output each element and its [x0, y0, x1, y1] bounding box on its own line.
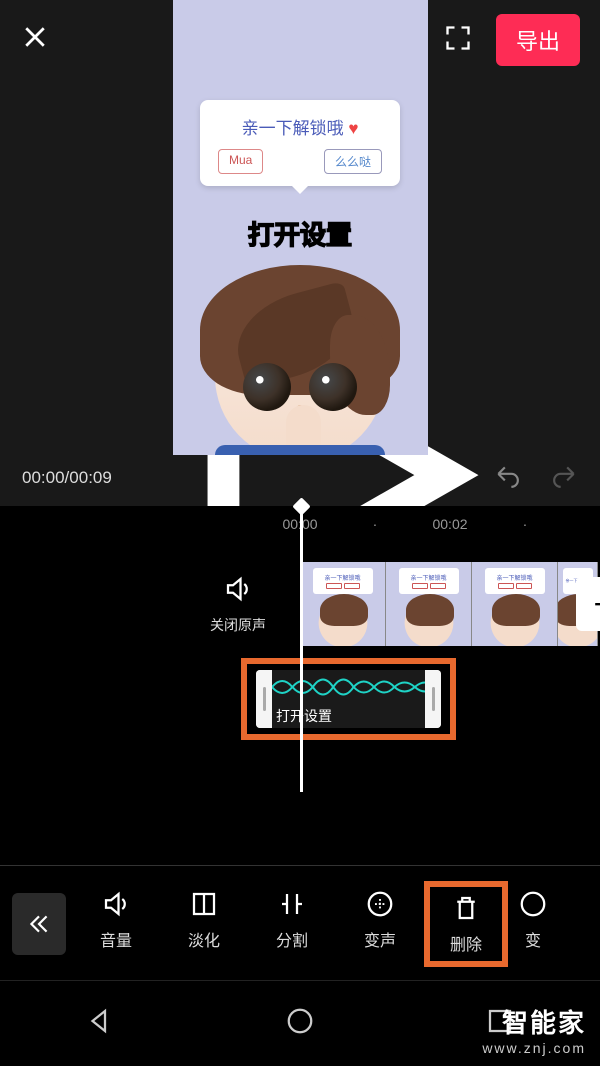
close-icon: [20, 22, 50, 52]
delete-icon: [451, 893, 481, 923]
audio-clip[interactable]: 打开设置: [256, 670, 441, 728]
pill-right: 么么哒: [324, 149, 382, 174]
preview-canvas[interactable]: 亲一下解锁哦 ♥ Mua 么么哒 打开设置: [173, 0, 428, 455]
watermark: 智能家 www.znj.com: [482, 1003, 586, 1056]
divider: [0, 865, 600, 866]
export-button[interactable]: 导出: [496, 14, 580, 66]
nav-back[interactable]: [85, 1006, 115, 1041]
toolbar-volume[interactable]: 音量: [72, 881, 160, 967]
video-track[interactable]: 亲一下解锁哦 亲一下解锁哦 亲一下解锁哦 亲一下解锁哦 +: [300, 562, 600, 646]
timecode: 00:00/00:09: [22, 468, 112, 488]
video-thumb[interactable]: 亲一下解锁哦: [386, 562, 472, 646]
waveform: [272, 670, 425, 704]
toolbar-speed[interactable]: 变: [508, 881, 558, 967]
speed-icon: [518, 889, 548, 919]
undo-icon: [494, 463, 520, 489]
playhead[interactable]: [300, 506, 303, 792]
toolbar-delete[interactable]: 删除: [424, 881, 508, 967]
toolbar-voice-change[interactable]: 变声: [336, 881, 424, 967]
toolbar-split[interactable]: 分割: [248, 881, 336, 967]
expand-icon: [444, 24, 472, 52]
toolbar-back-button[interactable]: [12, 893, 66, 955]
clip-handle-right[interactable]: [425, 670, 441, 728]
pill-left: Mua: [218, 149, 263, 174]
nav-home[interactable]: [285, 1006, 315, 1041]
undo-button[interactable]: [494, 463, 520, 494]
nav-home-icon: [285, 1006, 315, 1036]
clip-handle-left[interactable]: [256, 670, 272, 728]
audio-clip-label: 打开设置: [272, 704, 425, 728]
volume-icon: [101, 889, 131, 919]
voice-change-icon: [365, 889, 395, 919]
audio-toolbar: 音量 淡化 分割 变声 删除 变: [0, 868, 600, 980]
speech-title: 亲一下解锁哦 ♥: [218, 114, 382, 139]
chevron-left-double-icon: [26, 911, 52, 937]
cartoon-illustration: [185, 245, 415, 455]
split-icon: [277, 889, 307, 919]
redo-icon: [552, 463, 578, 489]
mute-original-audio[interactable]: 关闭原声: [210, 574, 266, 635]
nav-back-icon: [85, 1006, 115, 1036]
speaker-icon: [223, 574, 253, 604]
preview-area: 亲一下解锁哦 ♥ Mua 么么哒 打开设置: [0, 80, 600, 450]
timeline[interactable]: 00:00 · 00:02 · 关闭原声 亲一下解锁哦 亲一下解锁哦 亲一下解锁…: [0, 506, 600, 866]
close-button[interactable]: [20, 19, 50, 61]
fade-icon: [189, 889, 219, 919]
speech-bubble: 亲一下解锁哦 ♥ Mua 么么哒: [200, 100, 400, 186]
toolbar-fade[interactable]: 淡化: [160, 881, 248, 967]
video-thumb[interactable]: 亲一下解锁哦: [300, 562, 386, 646]
expand-button[interactable]: [444, 24, 472, 57]
add-clip-button[interactable]: +: [576, 577, 600, 631]
redo-button[interactable]: [552, 463, 578, 494]
video-thumb[interactable]: 亲一下解锁哦: [472, 562, 558, 646]
